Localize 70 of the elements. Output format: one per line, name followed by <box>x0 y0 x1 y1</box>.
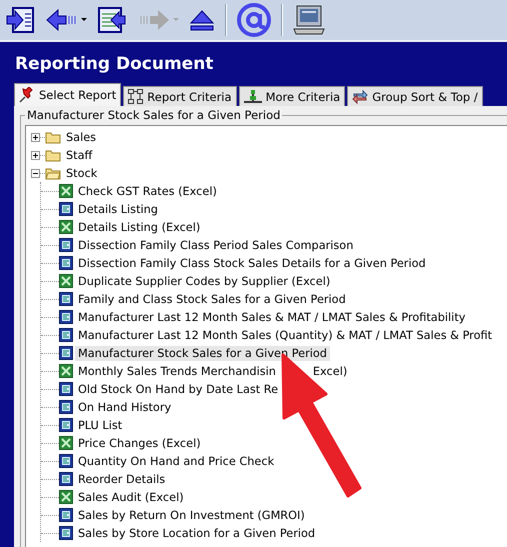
tree-item[interactable]: Duplicate Supplier Codes by Supplier (Excel) <box>75 274 334 288</box>
toolbar-button[interactable] <box>189 8 215 32</box>
folder-icon <box>45 130 61 144</box>
tree-item[interactable]: Details Listing <box>75 202 161 216</box>
report-icon <box>59 346 73 360</box>
spreadsheet-icon <box>59 364 73 378</box>
collapse-icon[interactable] <box>31 168 40 178</box>
hierarchy-icon <box>128 89 144 104</box>
tree-item[interactable]: Sales Audit (Excel) <box>75 490 187 504</box>
report-icon <box>59 400 73 414</box>
tree-item[interactable]: Price Changes (Excel) <box>75 436 204 450</box>
report-icon <box>59 202 73 216</box>
report-icon <box>59 454 73 468</box>
spreadsheet-icon <box>59 436 73 450</box>
tree-item[interactable]: Dissection Family Class Period Sales Comparison <box>75 238 356 252</box>
tree-item[interactable]: Old Stock On Hand by Date Last Re <box>75 382 282 396</box>
tree-item[interactable]: Manufacturer Last 12 Month Sales & MAT / LMAT Sales & Profitability <box>75 310 468 324</box>
tree-folder[interactable]: Sales <box>63 130 100 144</box>
tree-item[interactable]: Check GST Rates (Excel) <box>75 184 220 198</box>
spreadsheet-icon <box>59 274 73 288</box>
tree-item[interactable]: Sales by Store Location for a Given Period <box>75 526 318 540</box>
toolbar-button[interactable] <box>97 6 127 34</box>
eject-icon <box>189 8 215 32</box>
tree-item[interactable]: Family and Class Stock Sales for a Given Period <box>75 292 349 306</box>
tree-item[interactable]: Sales by Return On Investment (GMROI) <box>75 508 308 522</box>
tree-item[interactable]: Reorder Details <box>75 472 168 486</box>
computer-monitor-icon <box>293 5 325 35</box>
tab[interactable]: Group Sort & Top / <box>347 86 483 106</box>
tree-item-text: Excel) <box>312 364 348 378</box>
open-folder-icon <box>45 166 61 180</box>
tree-item[interactable]: Manufacturer Last 12 Month Sales (Quantity) & MAT / LMAT Sales & Profit <box>75 328 496 342</box>
spreadsheet-icon <box>59 220 73 234</box>
toolbar-button[interactable] <box>5 6 35 34</box>
tree-folder[interactable]: Staff <box>63 148 96 162</box>
swap-arrows-icon <box>352 88 368 104</box>
tree-item[interactable]: On Hand History <box>75 400 174 414</box>
at-sign-icon <box>237 3 271 37</box>
tab[interactable]: More Criteria <box>238 86 346 106</box>
tree-item[interactable]: Monthly Sales Trends Merchandisin <box>75 364 279 378</box>
report-icon <box>59 292 73 306</box>
window-title: Reporting Document <box>14 53 214 76</box>
report-icon <box>59 382 73 396</box>
spreadsheet-icon <box>59 184 73 198</box>
document-arrow-icon <box>97 6 127 34</box>
tree-item[interactable]: Details Listing (Excel) <box>75 220 204 234</box>
report-icon <box>59 238 73 252</box>
expand-icon[interactable] <box>31 150 40 160</box>
report-icon <box>59 508 73 522</box>
spreadsheet-icon <box>59 490 73 504</box>
tree-item[interactable]: Quantity On Hand and Price Check <box>75 454 278 468</box>
report-icon <box>59 328 73 342</box>
tree-item[interactable]: PLU List <box>75 418 126 432</box>
report-icon <box>59 418 73 432</box>
toolbar-button[interactable] <box>293 5 325 35</box>
tree-item[interactable]: Dissection Family Class Stock Sales Details for a Given Period <box>75 256 429 270</box>
tab[interactable]: Report Criteria <box>123 86 237 106</box>
expand-icon[interactable] <box>31 132 40 142</box>
panel-arrow-icon <box>5 6 35 34</box>
report-icon <box>59 310 73 324</box>
network-icon <box>244 90 262 104</box>
folder-icon <box>45 148 61 162</box>
report-icon <box>59 256 73 270</box>
tree-item[interactable]: Manufacturer Stock Sales for a Given Period <box>75 346 330 360</box>
report-icon <box>59 472 73 486</box>
tree-folder[interactable]: Stock <box>63 166 100 180</box>
group-title: Manufacturer Stock Sales for a Given Period <box>25 108 282 122</box>
report-icon <box>59 526 73 540</box>
tab[interactable]: Select Report <box>14 83 122 106</box>
pushpin-icon <box>19 87 35 103</box>
toolbar-button[interactable] <box>45 8 87 32</box>
